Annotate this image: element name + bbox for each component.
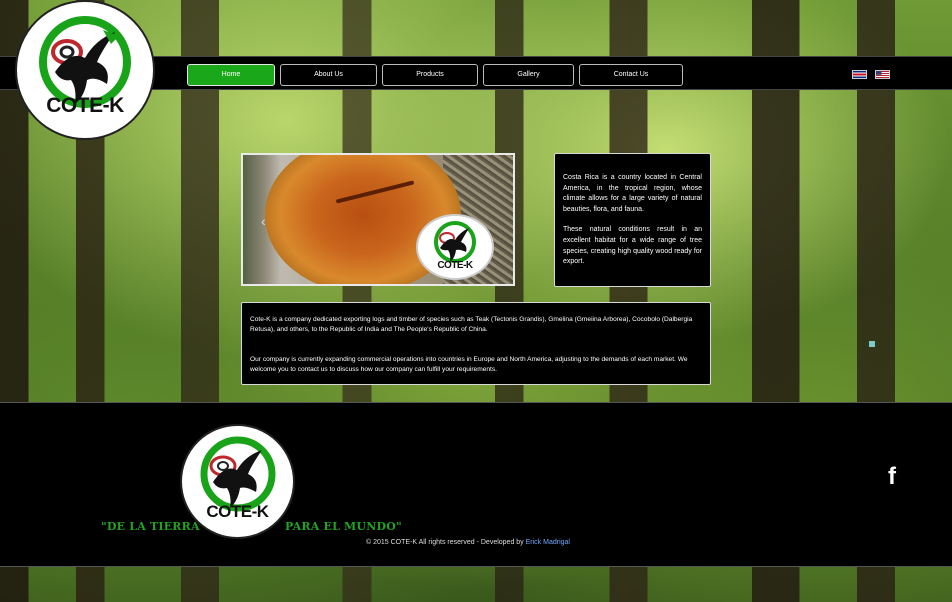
- site-logo[interactable]: COTE-K: [15, 0, 155, 140]
- slider-prev-icon[interactable]: ‹: [261, 213, 266, 229]
- nav-home[interactable]: Home: [187, 64, 275, 86]
- copyright-text: © 2015 COTE-K All rights reserved - Deve…: [366, 539, 570, 546]
- logo-wordmark: COTE-K: [46, 94, 124, 117]
- about-text-box: Cote-K is a company dedicated exporting …: [241, 302, 711, 385]
- facebook-icon[interactable]: f: [888, 463, 896, 491]
- us-flag-icon[interactable]: [875, 70, 890, 79]
- nav-products[interactable]: Products: [382, 64, 478, 86]
- costa-rica-flag-icon[interactable]: [852, 70, 867, 79]
- about-paragraph-1: Cote-K is a company dedicated exporting …: [250, 316, 693, 333]
- motto-right: PARA EL MUNDO": [285, 520, 402, 533]
- nav-about-us[interactable]: About Us: [280, 64, 377, 86]
- nav-gallery[interactable]: Gallery: [483, 64, 574, 86]
- intro-paragraph-1: Costa Rica is a country located in Centr…: [563, 174, 702, 213]
- intro-text-box: Costa Rica is a country located in Centr…: [554, 153, 711, 287]
- footer: COTE-K "DE LA TIERRA PARA EL MUNDO" © 20…: [0, 402, 952, 567]
- slide-logo-wordmark: COTE-K: [437, 260, 473, 271]
- developer-link[interactable]: Erick Madrigal: [526, 539, 570, 546]
- motto-left: "DE LA TIERRA: [101, 520, 200, 533]
- intro-paragraph-2: These natural conditions result in an ex…: [563, 226, 702, 266]
- logo-emblem-icon: [39, 16, 131, 108]
- nav-contact-us[interactable]: Contact Us: [579, 64, 683, 86]
- footer-logo-wordmark: COTE-K: [206, 502, 269, 521]
- chat-widget-icon[interactable]: [869, 341, 875, 347]
- about-paragraph-2: Our company is currently expanding comme…: [250, 356, 688, 373]
- copyright-label: © 2015 COTE-K All rights reserved - Deve…: [366, 539, 524, 546]
- image-slider[interactable]: ‹ COTE-K: [241, 153, 515, 286]
- slide-logo-watermark: COTE-K: [416, 214, 494, 280]
